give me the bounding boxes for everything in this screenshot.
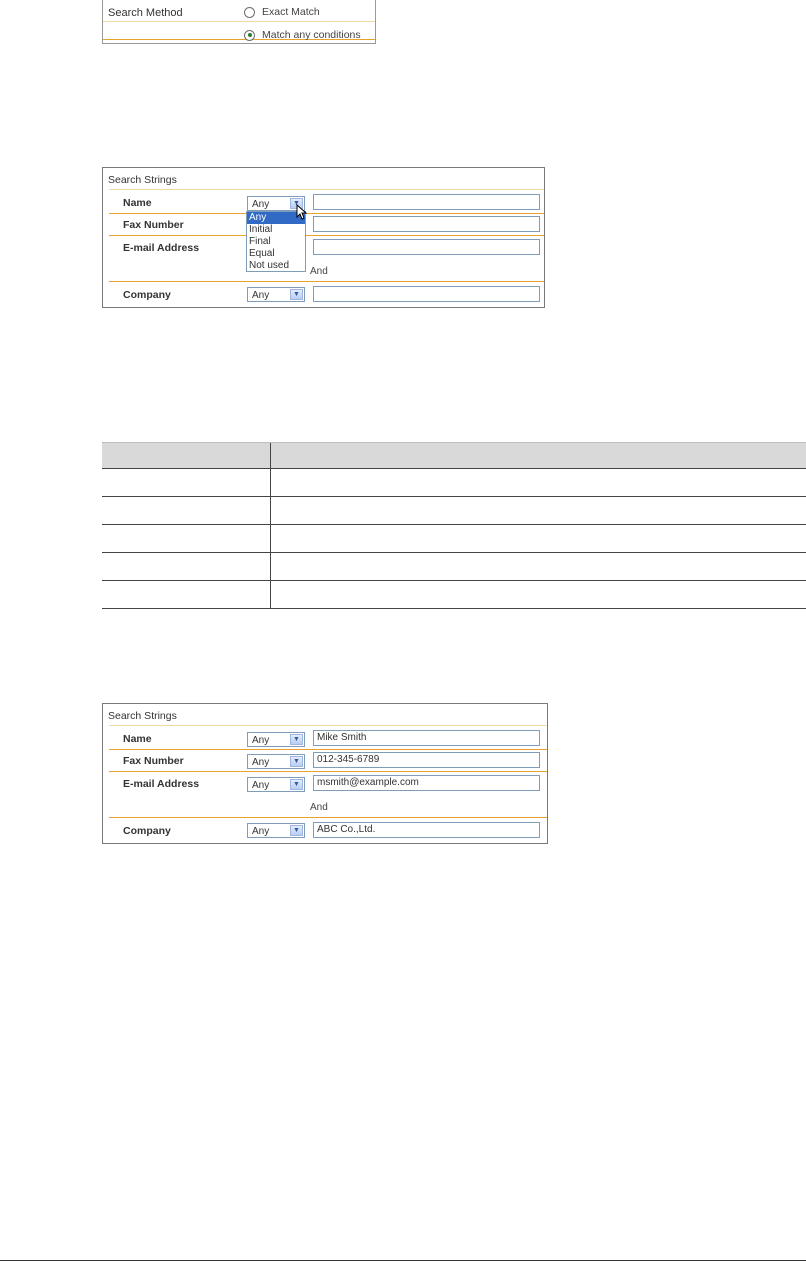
email-address-match-select[interactable]: Any ▼ [247, 777, 305, 792]
fax-number-input[interactable]: 012-345-6789 [313, 752, 540, 768]
name-label: Name [123, 733, 152, 745]
select-value: Any [252, 780, 270, 791]
table-row [102, 525, 806, 553]
divider [109, 235, 544, 236]
dropdown-option-not-used[interactable]: Not used [247, 260, 305, 272]
select-value: Any [252, 826, 270, 837]
fax-number-input[interactable] [313, 216, 540, 232]
company-match-select[interactable]: Any ▼ [247, 287, 305, 302]
chevron-down-icon[interactable]: ▼ [290, 779, 303, 790]
divider [109, 817, 547, 818]
mouse-pointer-icon [296, 204, 308, 220]
select-value: Any [252, 290, 270, 301]
chevron-down-icon[interactable]: ▼ [290, 289, 303, 300]
email-address-input[interactable] [313, 239, 540, 255]
divider [109, 213, 544, 214]
dropdown-option-final[interactable]: Final [247, 236, 305, 248]
chevron-down-icon[interactable]: ▼ [290, 734, 303, 745]
exact-match-option[interactable]: Exact Match [244, 6, 320, 18]
exact-match-radio[interactable] [244, 6, 255, 18]
chevron-down-icon[interactable]: ▼ [290, 825, 303, 836]
fax-number-match-select[interactable]: Any ▼ [247, 754, 305, 769]
match-type-dropdown-list[interactable]: Any Initial Final Equal Not used [246, 211, 306, 272]
match-any-label: Match any conditions [262, 29, 361, 41]
select-value: Any [252, 199, 270, 210]
fax-number-label: Fax Number [123, 219, 184, 231]
chevron-down-icon[interactable]: ▼ [290, 756, 303, 767]
divider [103, 21, 375, 22]
name-label: Name [123, 197, 152, 209]
dropdown-option-equal[interactable]: Equal [247, 248, 305, 260]
divider [109, 749, 547, 750]
exact-match-label: Exact Match [262, 6, 320, 18]
company-label: Company [123, 825, 171, 837]
and-label: And [310, 266, 328, 277]
select-value: Any [252, 735, 270, 746]
search-method-label: Search Method [108, 7, 183, 19]
panel-title: Search Strings [108, 710, 177, 722]
fax-number-label: Fax Number [123, 755, 184, 767]
page-divider [0, 1260, 806, 1261]
divider [109, 771, 547, 772]
divider [109, 281, 544, 282]
name-match-select[interactable]: Any ▼ [247, 732, 305, 747]
dropdown-option-initial[interactable]: Initial [247, 224, 305, 236]
company-input[interactable] [313, 286, 540, 302]
table-header [102, 442, 806, 469]
email-address-label: E-mail Address [123, 778, 200, 790]
name-input[interactable]: Mike Smith [313, 730, 540, 746]
table-row [102, 581, 806, 609]
search-strings-panel: Search Strings Name Any ▼ Mike Smith Fax… [102, 703, 548, 844]
company-input[interactable]: ABC Co.,Ltd. [313, 822, 540, 838]
match-any-option[interactable]: Match any conditions [244, 29, 361, 41]
name-input[interactable] [313, 194, 540, 210]
company-match-select[interactable]: Any ▼ [247, 823, 305, 838]
options-table [102, 442, 806, 609]
search-strings-panel: Search Strings Name Any ▼ Fax Number E-m… [102, 167, 545, 308]
divider [109, 725, 547, 726]
match-any-radio[interactable] [244, 29, 255, 41]
search-method-panel: Search Method Exact Match Match any cond… [102, 0, 376, 44]
divider [109, 189, 544, 190]
and-label: And [310, 802, 328, 813]
email-address-input[interactable]: msmith@example.com [313, 775, 540, 791]
company-label: Company [123, 289, 171, 301]
table-row [102, 497, 806, 525]
table-row [102, 469, 806, 497]
table-row [102, 553, 806, 581]
panel-title: Search Strings [108, 174, 177, 186]
email-address-label: E-mail Address [123, 242, 200, 254]
select-value: Any [252, 757, 270, 768]
